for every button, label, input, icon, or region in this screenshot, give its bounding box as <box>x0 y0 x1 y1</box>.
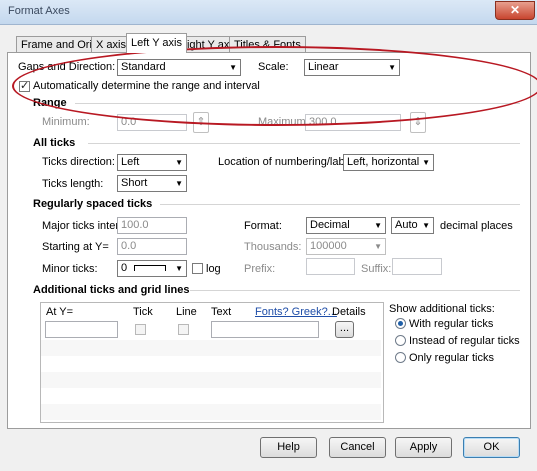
minor-ticks-label: Minor ticks: <box>42 263 98 275</box>
starting-at-label: Starting at Y= <box>42 241 109 253</box>
major-interval-input[interactable]: 100.0 <box>117 217 187 234</box>
additional-ticks-section-title: Additional ticks and grid lines <box>33 284 190 296</box>
table-row <box>41 372 381 388</box>
prefix-label: Prefix: <box>244 263 276 275</box>
apply-button[interactable]: Apply <box>395 437 452 458</box>
col-header-details: Details <box>332 306 366 318</box>
regular-ticks-section-title: Regularly spaced ticks <box>33 198 153 210</box>
ticks-length-select[interactable]: Short ▼ <box>117 175 187 192</box>
minor-ticks-select[interactable]: 0 ▼ <box>117 260 187 277</box>
ticks-direction-label: Ticks direction: <box>42 156 115 168</box>
radio-instead-of-regular-ticks[interactable] <box>395 335 406 346</box>
tick-text-input[interactable] <box>211 321 319 338</box>
prefix-input[interactable] <box>306 258 355 275</box>
all-ticks-section-title: All ticks <box>33 137 76 149</box>
location-select[interactable]: Left, horizontal ▼ <box>343 154 434 171</box>
additional-ticks-divider <box>190 290 520 291</box>
col-header-tick: Tick <box>133 306 153 318</box>
col-header-line: Line <box>176 306 197 318</box>
col-header-text: Text <box>211 306 232 318</box>
show-additional-label: Show additional ticks: <box>389 303 495 315</box>
ok-button[interactable]: OK <box>463 437 520 458</box>
window-title: Format Axes <box>8 5 70 17</box>
table-row <box>41 404 381 420</box>
tab-left-y-axis[interactable]: Left Y axis <box>126 33 187 53</box>
suffix-input[interactable] <box>392 258 442 275</box>
details-button[interactable]: ... <box>335 321 354 338</box>
thousands-select[interactable]: 100000 ▼ <box>306 238 386 255</box>
all-ticks-divider <box>88 143 520 144</box>
col-header-at-y: At Y= <box>46 306 74 318</box>
starting-at-input[interactable]: 0.0 <box>117 238 187 255</box>
table-row <box>41 340 381 356</box>
tab-x-axis[interactable]: X axis <box>91 36 131 53</box>
format-select[interactable]: Decimal ▼ <box>306 217 386 234</box>
line-checkbox[interactable] <box>178 324 189 335</box>
annotation-ellipse <box>12 46 537 126</box>
minor-ticks-preview-icon <box>134 265 166 271</box>
at-y-input[interactable] <box>45 321 118 338</box>
radio-only-regular-ticks-label: Only regular ticks <box>409 352 494 364</box>
ticks-length-label: Ticks length: <box>42 178 104 190</box>
regular-ticks-divider <box>160 204 520 205</box>
thousands-label: Thousands: <box>244 241 302 253</box>
log-label: log <box>206 263 221 275</box>
fonts-greek-link[interactable]: Fonts? Greek?... <box>255 306 337 318</box>
radio-with-regular-ticks-label: With regular ticks <box>409 318 494 330</box>
log-checkbox[interactable] <box>192 263 203 274</box>
title-bar <box>0 0 537 25</box>
ticks-direction-select[interactable]: Left ▼ <box>117 154 187 171</box>
tick-checkbox[interactable] <box>135 324 146 335</box>
help-button[interactable]: Help <box>260 437 317 458</box>
radio-only-regular-ticks[interactable] <box>395 352 406 363</box>
suffix-label: Suffix: <box>361 263 392 275</box>
decimal-places-label: decimal places <box>440 220 513 232</box>
decimal-places-select[interactable]: Auto ▼ <box>391 217 434 234</box>
close-button[interactable]: ✕ <box>495 1 535 20</box>
radio-with-regular-ticks[interactable] <box>395 318 406 329</box>
minimum-label: Minimum: <box>42 116 90 128</box>
cancel-button[interactable]: Cancel <box>329 437 386 458</box>
format-label: Format: <box>244 220 282 232</box>
radio-instead-of-regular-ticks-label: Instead of regular ticks <box>409 335 520 347</box>
